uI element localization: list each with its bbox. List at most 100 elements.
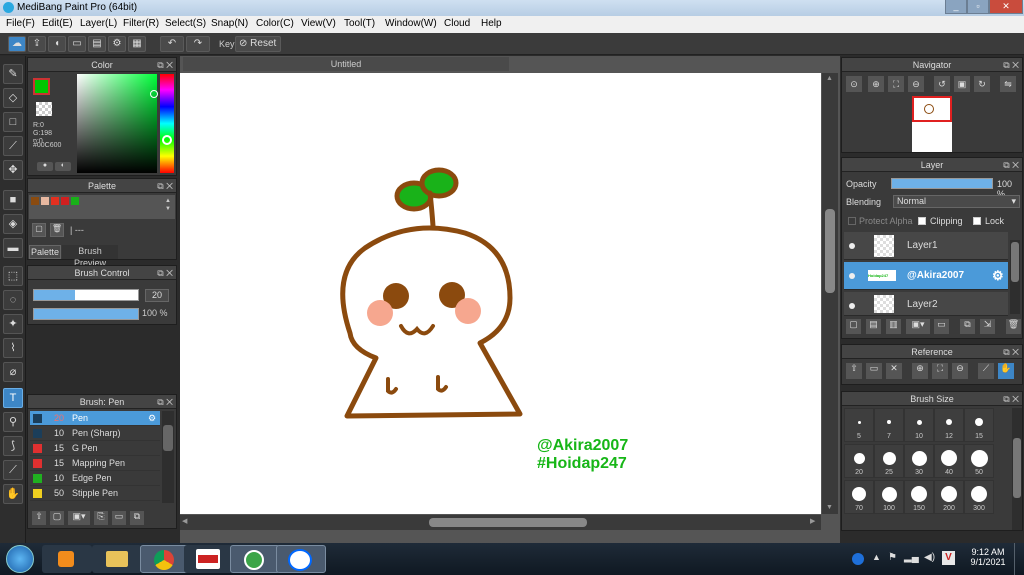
scroll-thumb[interactable] bbox=[1013, 438, 1021, 498]
canvas-horizontal-scrollbar[interactable]: ◀ ▶ bbox=[180, 515, 821, 530]
network-icon[interactable]: ▂▄ bbox=[904, 552, 919, 563]
move-tool-icon[interactable]: ✥ bbox=[3, 160, 23, 180]
zoom-out-icon[interactable]: ⊖ bbox=[908, 76, 924, 92]
dot-tool-icon[interactable]: ⟋ bbox=[3, 136, 23, 156]
menu-view[interactable]: View(V) bbox=[301, 18, 336, 29]
panel-close-icon[interactable]: ⧉ ✕ bbox=[157, 395, 173, 409]
cloud-download-icon[interactable]: ⇧ bbox=[32, 511, 46, 525]
select-rect-icon[interactable]: ⬚ bbox=[3, 266, 23, 286]
folder-icon[interactable]: ▭ bbox=[112, 511, 126, 525]
menu-help[interactable]: Help bbox=[481, 18, 502, 29]
brush-size-option[interactable]: 100 bbox=[874, 480, 904, 514]
fullscreen-icon[interactable]: ▣ bbox=[954, 76, 970, 92]
delete-layer-icon[interactable]: 🗑 bbox=[1006, 319, 1021, 334]
show-desktop-button[interactable] bbox=[1014, 543, 1024, 575]
page-icon[interactable]: ▤ bbox=[88, 36, 106, 52]
zoom-reset-icon[interactable]: ⊙ bbox=[846, 76, 862, 92]
tab-brush-preview[interactable]: Brush Preview bbox=[62, 245, 118, 268]
navigator-preview[interactable] bbox=[912, 96, 952, 152]
lasso-tool-icon[interactable]: ◌ bbox=[3, 290, 23, 310]
hand-tool-icon[interactable]: ✋ bbox=[3, 484, 23, 504]
brush-size-option[interactable]: 25 bbox=[874, 444, 904, 478]
palette-swatch[interactable] bbox=[51, 197, 59, 205]
new-brush-icon[interactable]: ▢ bbox=[50, 511, 64, 525]
rotate-right-icon[interactable]: ↻ bbox=[974, 76, 990, 92]
bucket-tool-icon[interactable]: ◈ bbox=[3, 214, 23, 234]
palette-new-icon[interactable]: ▢ bbox=[32, 223, 46, 237]
clipping-checkbox[interactable] bbox=[918, 217, 926, 225]
new-halftone-layer-icon[interactable]: ▤ bbox=[866, 319, 881, 334]
panel-close-icon[interactable]: ⧉ ✕ bbox=[1003, 392, 1019, 406]
brush-item-mapping-pen[interactable]: 15 Mapping Pen bbox=[30, 456, 160, 471]
zalo-icon[interactable] bbox=[276, 545, 326, 573]
brush-tool-icon[interactable]: ✎ bbox=[3, 64, 23, 84]
select-pen-icon[interactable]: ⌇ bbox=[3, 338, 23, 358]
tab-palette[interactable]: Palette bbox=[29, 245, 61, 259]
fit-icon[interactable]: ⛶ bbox=[888, 76, 904, 92]
magic-wand-icon[interactable]: ✦ bbox=[3, 314, 23, 334]
gear-icon[interactable]: ⚙ bbox=[148, 411, 156, 426]
maximize-button[interactable]: ▫ bbox=[967, 0, 989, 14]
close-button[interactable]: ✕ bbox=[989, 0, 1023, 14]
media-player-icon[interactable] bbox=[42, 545, 92, 573]
brush-size-option[interactable]: 12 bbox=[934, 408, 964, 442]
brush-size-option[interactable]: 150 bbox=[904, 480, 934, 514]
canvas-vertical-scrollbar[interactable]: ▲ ▼ bbox=[822, 73, 838, 514]
blending-select[interactable]: Normal ▾ bbox=[893, 195, 1020, 208]
select-eraser-icon[interactable]: ⌀ bbox=[3, 362, 23, 382]
settings-icon[interactable]: ⚙ bbox=[108, 36, 126, 52]
color-cursor[interactable] bbox=[150, 90, 158, 98]
palette-swatch[interactable] bbox=[61, 197, 69, 205]
brush-opacity-slider[interactable] bbox=[33, 308, 139, 320]
brush-size-option[interactable]: 20 bbox=[844, 444, 874, 478]
palette-delete-icon[interactable]: 🗑 bbox=[50, 223, 64, 237]
clock[interactable]: 9:12 AM 9/1/2021 bbox=[966, 547, 1010, 567]
main-color-swatch[interactable] bbox=[33, 78, 50, 95]
layer-row-layer2[interactable]: Layer2 bbox=[844, 292, 1008, 316]
brush-size-option[interactable]: 30 bbox=[904, 444, 934, 478]
menu-tool[interactable]: Tool(T) bbox=[344, 18, 375, 29]
color-option-icon[interactable]: ● bbox=[37, 162, 53, 171]
merge-layer-icon[interactable]: ⇲ bbox=[980, 319, 995, 334]
reference-cloud-icon[interactable]: ⇧ bbox=[846, 363, 862, 379]
palette-scroll-icon[interactable]: ▲ ▼ bbox=[165, 197, 173, 215]
reset-button[interactable]: ⊘ Reset bbox=[235, 36, 281, 52]
color-swap-icon[interactable]: ◐ bbox=[55, 162, 71, 171]
brush-size-option[interactable]: 5 bbox=[844, 408, 874, 442]
layer-row-layer1[interactable]: Layer1 bbox=[844, 232, 1008, 260]
scroll-up-icon[interactable]: ▲ bbox=[826, 75, 833, 82]
gear-icon[interactable]: ⚙ bbox=[992, 268, 1004, 284]
cloud-icon[interactable]: ☁ bbox=[8, 36, 26, 52]
chat-icon[interactable]: ▭ bbox=[68, 36, 86, 52]
layer-folder-icon[interactable]: ▭ bbox=[934, 319, 949, 334]
document-tab[interactable]: Untitled bbox=[183, 57, 509, 71]
brush-item-pen-sharp[interactable]: 10 Pen (Sharp) bbox=[30, 426, 160, 441]
fill-rect-tool-icon[interactable]: ■ bbox=[3, 190, 23, 210]
brush-size-option[interactable]: 10 bbox=[904, 408, 934, 442]
flip-icon[interactable]: ⇋ bbox=[1000, 76, 1016, 92]
brush-copy-icon[interactable]: ⎘ bbox=[94, 511, 108, 525]
brush-list-scrollbar[interactable] bbox=[162, 411, 174, 503]
explorer-icon[interactable] bbox=[92, 545, 142, 573]
start-button[interactable] bbox=[6, 545, 34, 573]
medibang-taskbar-icon[interactable] bbox=[184, 545, 234, 573]
flag-icon[interactable]: ⚑ bbox=[888, 552, 897, 563]
export-icon[interactable]: ⇪ bbox=[28, 36, 46, 52]
color-square[interactable] bbox=[77, 74, 157, 173]
hue-cursor[interactable] bbox=[162, 135, 172, 145]
tray-expand-icon[interactable]: ▲ bbox=[872, 552, 881, 562]
panel-close-icon[interactable]: ⧉ ✕ bbox=[157, 58, 173, 72]
coccoc-icon[interactable] bbox=[230, 545, 280, 573]
brush-item-stipple-pen[interactable]: 50 Stipple Pen bbox=[30, 486, 160, 501]
brush-size-option[interactable]: 50 bbox=[964, 444, 994, 478]
pencil-tool-icon[interactable]: ⟋ bbox=[3, 460, 23, 480]
new-layer-icon[interactable]: ▢ bbox=[846, 319, 861, 334]
minimize-button[interactable]: _ bbox=[945, 0, 967, 14]
layer-scrollbar[interactable] bbox=[1010, 240, 1020, 314]
menu-file[interactable]: File(F) bbox=[6, 18, 35, 29]
undo-icon[interactable]: ↶ bbox=[160, 36, 184, 52]
lock-checkbox[interactable] bbox=[973, 217, 981, 225]
brush-item-pen[interactable]: 20 Pen ⚙ bbox=[30, 411, 160, 426]
chrome-icon[interactable] bbox=[140, 545, 190, 573]
hue-slider[interactable] bbox=[160, 74, 174, 173]
